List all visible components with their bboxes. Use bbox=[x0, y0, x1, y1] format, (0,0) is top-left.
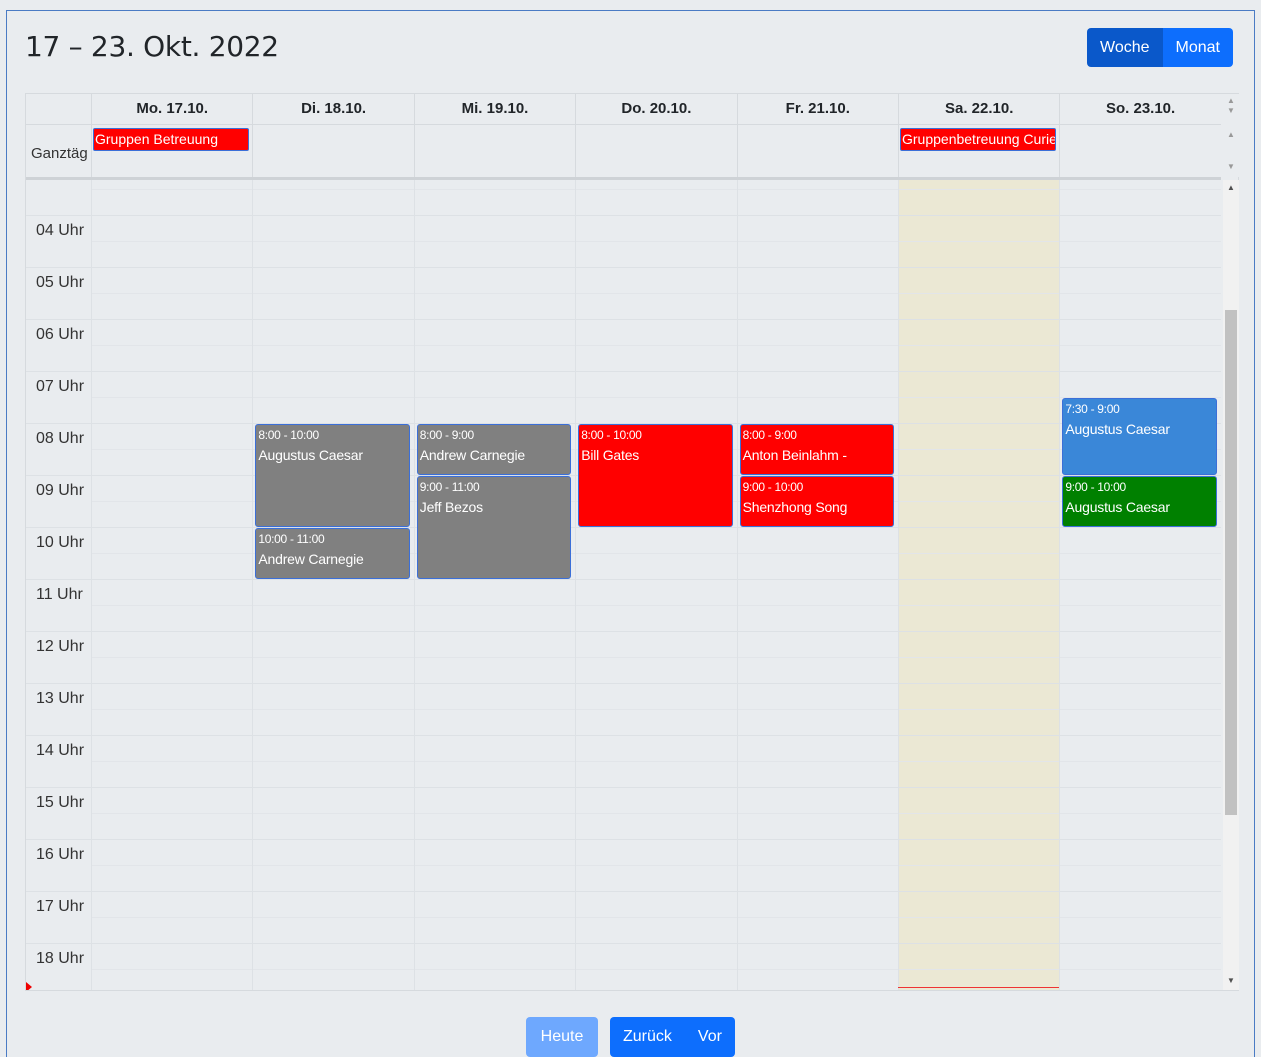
hour-label: 08 Uhr bbox=[36, 429, 85, 447]
scroll-up-icon[interactable]: ▲ bbox=[1227, 183, 1235, 192]
hour-label: 07 Uhr bbox=[36, 377, 85, 395]
day-column[interactable] bbox=[413, 180, 575, 990]
scroll-down-icon[interactable]: ▼ bbox=[1227, 106, 1235, 115]
hour-label: 05 Uhr bbox=[36, 273, 85, 291]
event-time: 9:00 - 10:00 bbox=[1065, 479, 1126, 494]
scroll-up-icon[interactable]: ▲ bbox=[1227, 130, 1235, 139]
page-title: 17 – 23. Okt. 2022 bbox=[25, 30, 279, 63]
day-header[interactable]: So. 23.10. bbox=[1059, 94, 1220, 124]
allday-row: Ganztäg Gruppen Betreuung Gruppenbetreuun… bbox=[26, 125, 1221, 177]
calendar-event[interactable]: 9:00 - 10:00 Augustus Caesar bbox=[1062, 475, 1217, 527]
event-time: 9:00 - 10:00 bbox=[742, 479, 804, 494]
allday-cell[interactable] bbox=[575, 125, 736, 177]
week-view-button[interactable]: Woche bbox=[1087, 28, 1163, 67]
hour-label: 13 Uhr bbox=[36, 689, 85, 707]
hour-label: 14 Uhr bbox=[36, 741, 85, 759]
event-time: 10:00 - 11:00 bbox=[258, 531, 325, 546]
day-column[interactable] bbox=[736, 180, 898, 990]
allday-label: Ganztäg bbox=[31, 145, 88, 162]
day-column[interactable] bbox=[898, 180, 1059, 990]
allday-cell[interactable] bbox=[1059, 125, 1220, 177]
event-title: Augustus Caesar bbox=[1065, 498, 1170, 515]
hour-label: 06 Uhr bbox=[36, 325, 85, 343]
day-header[interactable]: Sa. 22.10. bbox=[898, 94, 1059, 124]
event-title: Augustus Caesar bbox=[258, 446, 363, 463]
back-button[interactable]: Zurück bbox=[610, 1017, 685, 1057]
event-title: Andrew Carnegie bbox=[419, 446, 525, 463]
time-grid-scrollbar[interactable]: ▲ ▼ bbox=[1223, 180, 1239, 990]
day-header[interactable]: Di. 18.10. bbox=[252, 94, 413, 124]
week-calendar: Mo. 17.10. Di. 18.10. Mi. 19.10. Do. 20.10.… bbox=[25, 93, 1239, 991]
event-title: Shenzhong Song bbox=[742, 498, 848, 515]
scroll-down-icon[interactable]: ▼ bbox=[1227, 162, 1235, 171]
allday-event[interactable]: Gruppen Betreuung bbox=[93, 128, 250, 151]
calendar-event[interactable]: 9:00 - 11:00 Jeff Bezos bbox=[416, 475, 572, 579]
allday-cell[interactable] bbox=[252, 125, 413, 177]
calendar-event[interactable]: 8:00 - 9:00 Andrew Carnegie bbox=[416, 423, 572, 475]
calendar-event[interactable]: 8:00 - 9:00 Anton Beinlahm - bbox=[739, 423, 894, 475]
current-time-line bbox=[898, 987, 1060, 989]
event-time: 8:00 - 9:00 bbox=[742, 427, 797, 442]
hour-label: 11 Uhr bbox=[36, 585, 83, 603]
hour-label: 10 Uhr bbox=[36, 533, 85, 551]
day-header[interactable]: Do. 20.10. bbox=[575, 94, 736, 124]
allday-cell[interactable] bbox=[413, 125, 575, 177]
hour-label: 18 Uhr bbox=[36, 949, 85, 967]
calendar-event[interactable]: 8:00 - 10:00 Augustus Caesar bbox=[255, 423, 410, 527]
day-header[interactable]: Fr. 21.10. bbox=[736, 94, 898, 124]
footer-navigation: Heute Zurück Vor bbox=[0, 1017, 1261, 1057]
calendar-event[interactable]: 8:00 - 10:00 Bill Gates bbox=[578, 423, 733, 527]
calendar-event[interactable]: 7:30 - 9:00 Augustus Caesar bbox=[1062, 397, 1217, 475]
event-title: Bill Gates bbox=[581, 446, 640, 463]
day-column[interactable] bbox=[91, 180, 252, 990]
month-view-button[interactable]: Monat bbox=[1162, 28, 1233, 67]
event-title: Jeff Bezos bbox=[419, 498, 483, 515]
day-column[interactable] bbox=[252, 180, 413, 990]
calendar-event[interactable]: 10:00 - 11:00 Andrew Carnegie bbox=[255, 527, 410, 579]
current-time-arrow-icon bbox=[26, 982, 32, 990]
hour-label: 16 Uhr bbox=[36, 845, 85, 863]
hour-label: 15 Uhr bbox=[36, 793, 85, 811]
forward-button[interactable]: Vor bbox=[684, 1017, 735, 1057]
event-time: 9:00 - 11:00 bbox=[419, 479, 480, 494]
event-time: 8:00 - 9:00 bbox=[419, 427, 474, 442]
hour-label: 17 Uhr bbox=[36, 897, 85, 915]
day-header-row: Mo. 17.10. Di. 18.10. Mi. 19.10. Do. 20.10.… bbox=[26, 94, 1221, 125]
scrollbar-thumb[interactable] bbox=[1225, 310, 1237, 815]
allday-cell[interactable] bbox=[736, 125, 898, 177]
event-title: Andrew Carnegie bbox=[258, 550, 364, 567]
day-header[interactable]: Mo. 17.10. bbox=[91, 94, 252, 124]
day-column[interactable] bbox=[575, 180, 736, 990]
event-title: Anton Beinlahm - bbox=[742, 446, 847, 463]
event-time: 7:30 - 9:00 bbox=[1065, 401, 1120, 416]
calendar-event[interactable]: 9:00 - 10:00 Shenzhong Song bbox=[739, 475, 894, 527]
day-column[interactable] bbox=[1059, 180, 1220, 990]
event-time: 8:00 - 10:00 bbox=[581, 427, 642, 442]
hour-label: 09 Uhr bbox=[36, 481, 85, 499]
view-switch: Woche Monat bbox=[1087, 28, 1233, 67]
scroll-up-icon[interactable]: ▲ bbox=[1227, 96, 1235, 105]
allday-event[interactable]: Gruppenbetreuung Curie bbox=[900, 128, 1057, 151]
event-title: Augustus Caesar bbox=[1065, 420, 1170, 437]
hour-label: 04 Uhr bbox=[36, 221, 85, 239]
prev-next-group: Zurück Vor bbox=[610, 1017, 735, 1057]
allday-scrollbar[interactable]: ▲ ▼ ▲ ▼ bbox=[1223, 94, 1239, 177]
day-header[interactable]: Mi. 19.10. bbox=[413, 94, 575, 124]
event-time: 8:00 - 10:00 bbox=[258, 427, 319, 442]
today-button[interactable]: Heute bbox=[526, 1017, 598, 1057]
hour-label: 12 Uhr bbox=[36, 637, 85, 655]
scroll-down-icon[interactable]: ▼ bbox=[1227, 976, 1235, 985]
time-grid[interactable]: 04 Uhr 05 Uhr 06 Uhr 07 Uhr 08 Uhr 09 Uhr 10 U… bbox=[26, 180, 1221, 990]
